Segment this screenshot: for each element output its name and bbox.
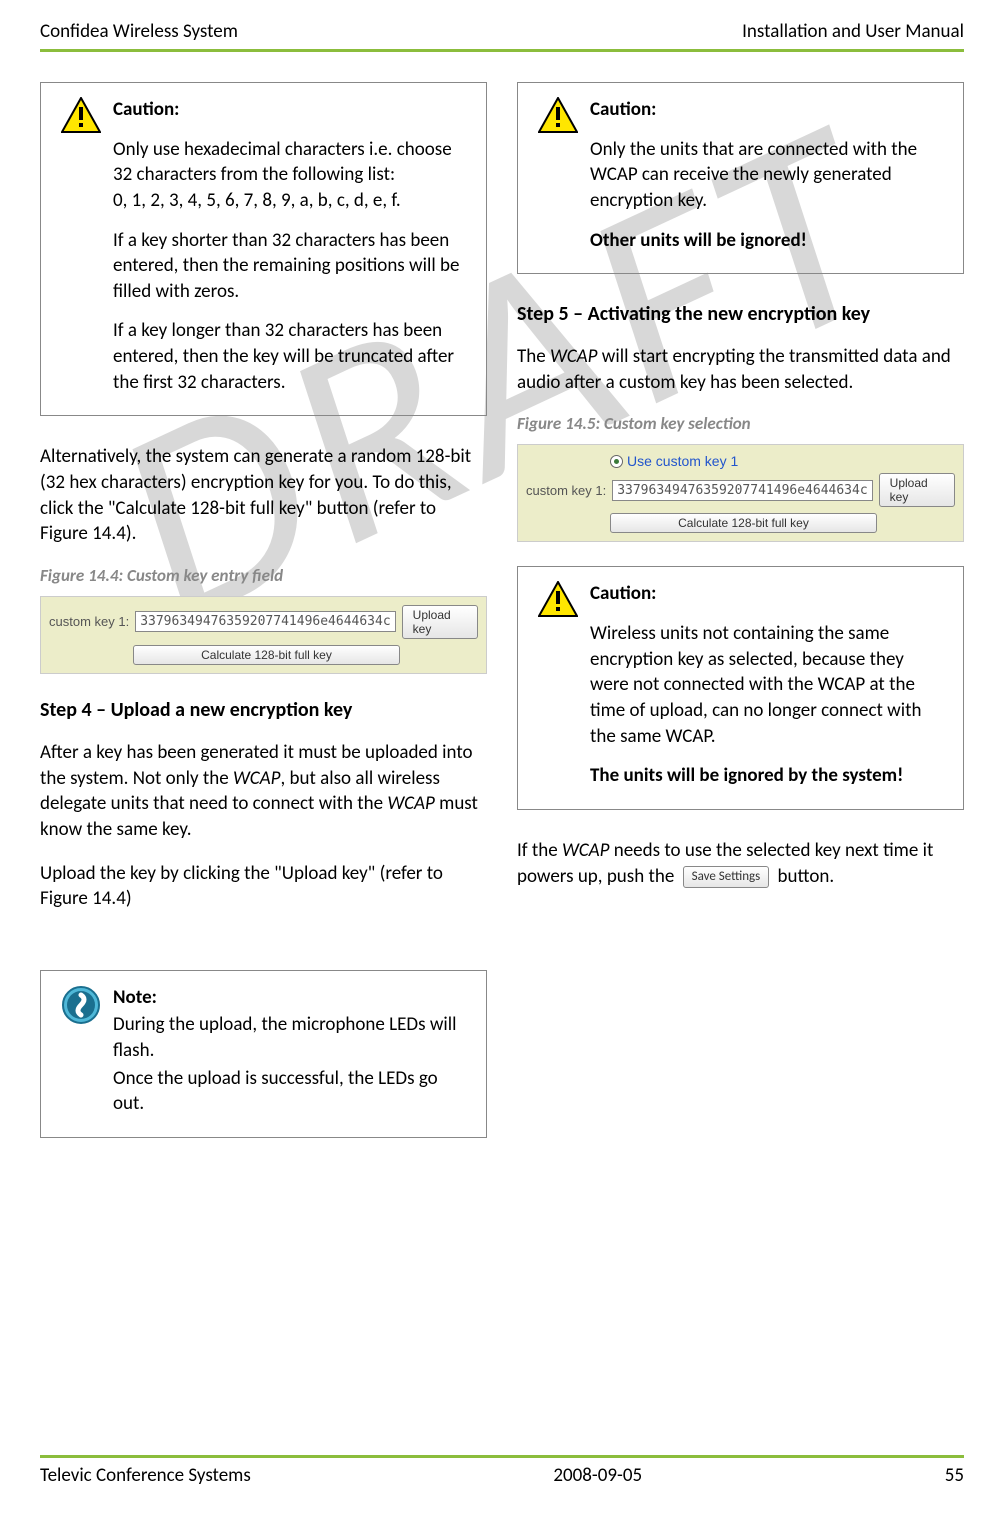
- note-box: Note: During the upload, the microphone …: [40, 970, 487, 1138]
- figure-14-4: custom key 1: 33796349476359207741496e46…: [40, 596, 487, 674]
- figure-caption: Figure 14.4: Custom key entry field: [40, 565, 487, 586]
- custom-key-input[interactable]: 33796349476359207741496e4644634c: [135, 611, 395, 632]
- footer-center: 2008-09-05: [553, 1464, 642, 1487]
- caution-text: Only use hexadecimal characters i.e. cho…: [113, 137, 466, 214]
- warning-icon: [538, 581, 578, 788]
- body-paragraph: After a key has been generated it must b…: [40, 740, 487, 843]
- caution-box-2: Caution: Only the units that are connect…: [517, 82, 964, 274]
- figure-field-label: custom key 1:: [526, 483, 606, 498]
- save-settings-button[interactable]: Save Settings: [683, 866, 770, 888]
- upload-key-button[interactable]: Upload key: [402, 605, 478, 639]
- calculate-key-button[interactable]: Calculate 128-bit full key: [610, 513, 877, 533]
- upload-key-button[interactable]: Upload key: [879, 473, 955, 507]
- footer-right: 55: [945, 1464, 964, 1487]
- left-column: Caution: Only use hexadecimal characters…: [40, 82, 487, 1166]
- body-paragraph: Alternatively, the system can generate a…: [40, 444, 487, 547]
- step-4-heading: Step 4 – Upload a new encryption key: [40, 698, 487, 722]
- body-paragraph: Upload the key by clicking the "Upload k…: [40, 861, 487, 912]
- calculate-key-button[interactable]: Calculate 128-bit full key: [133, 645, 400, 665]
- caution-box-3: Caution: Wireless units not containing t…: [517, 566, 964, 809]
- caution-title: Caution:: [590, 97, 943, 123]
- warning-icon: [538, 97, 578, 253]
- header-right: Installation and User Manual: [742, 20, 964, 43]
- body-paragraph: The WCAP will start encrypting the trans…: [517, 344, 964, 395]
- info-icon: [61, 985, 101, 1117]
- caution-text: If a key longer than 32 characters has b…: [113, 318, 466, 395]
- note-text: Once the upload is successful, the LEDs …: [113, 1066, 466, 1117]
- caution-title: Caution:: [113, 97, 466, 123]
- radio-button[interactable]: [610, 455, 623, 468]
- caution-box-1: Caution: Only use hexadecimal characters…: [40, 82, 487, 416]
- header-left: Confidea Wireless System: [40, 20, 238, 43]
- figure-caption: Figure 14.5: Custom key selection: [517, 413, 964, 434]
- radio-label: Use custom key 1: [627, 453, 738, 469]
- caution-text: Other units will be ignored!: [590, 228, 943, 254]
- page-header: Confidea Wireless System Installation an…: [40, 20, 964, 52]
- footer-left: Televic Conference Systems: [40, 1464, 251, 1487]
- page-footer: Televic Conference Systems 2008-09-05 55: [40, 1455, 964, 1487]
- caution-text: The units will be ignored by the system!: [590, 763, 943, 789]
- caution-title: Caution:: [590, 581, 943, 607]
- figure-14-5: Use custom key 1 custom key 1: 337963494…: [517, 444, 964, 542]
- page-content: Caution: Only use hexadecimal characters…: [40, 82, 964, 1166]
- custom-key-input[interactable]: 33796349476359207741496e4644634c: [612, 480, 872, 501]
- note-title: Note:: [113, 985, 466, 1011]
- caution-text: Wireless units not containing the same e…: [590, 621, 943, 749]
- figure-field-label: custom key 1:: [49, 614, 129, 629]
- warning-icon: [61, 97, 101, 395]
- step-5-heading: Step 5 – Activating the new encryption k…: [517, 302, 964, 326]
- caution-text: Only the units that are connected with t…: [590, 137, 943, 214]
- caution-text: If a key shorter than 32 characters has …: [113, 228, 466, 305]
- note-text: During the upload, the microphone LEDs w…: [113, 1012, 466, 1063]
- body-paragraph: If the WCAP needs to use the selected ke…: [517, 838, 964, 889]
- right-column: Caution: Only the units that are connect…: [517, 82, 964, 1166]
